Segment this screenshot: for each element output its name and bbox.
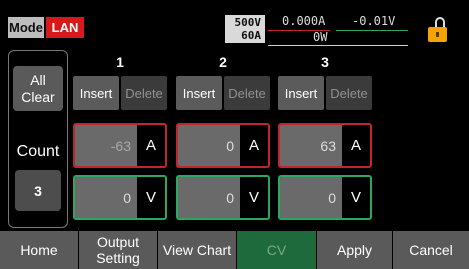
step-number: 2 xyxy=(219,54,227,70)
voltage-field[interactable]: 0 V xyxy=(73,175,167,220)
voltage-unit: V xyxy=(248,189,259,206)
current-field[interactable]: -63 A xyxy=(73,123,167,168)
output-setting-button[interactable]: Output Setting xyxy=(79,231,158,269)
bottom-toolbar: Home Output Setting View Chart CV Apply … xyxy=(0,231,469,269)
lock-open-icon[interactable] xyxy=(428,17,452,43)
current-value: 63 xyxy=(280,125,342,166)
cv-button[interactable]: CV xyxy=(237,231,317,269)
voltage-rating: 500V xyxy=(234,16,262,29)
step-number: 3 xyxy=(321,54,329,70)
insert-button[interactable]: Insert xyxy=(176,76,222,110)
current-unit: A xyxy=(350,137,361,154)
voltage-field[interactable]: 0 V xyxy=(278,175,372,220)
delete-button[interactable]: Delete xyxy=(224,76,270,110)
mode-label: Mode xyxy=(8,17,44,38)
delete-button[interactable]: Delete xyxy=(326,76,372,110)
voltage-field[interactable]: 0 V xyxy=(176,175,270,220)
count-value-button[interactable]: 3 xyxy=(15,170,61,211)
home-button[interactable]: Home xyxy=(0,231,79,269)
voltage-value: 0 xyxy=(75,177,137,218)
all-clear-button[interactable]: All Clear xyxy=(13,66,63,111)
voltage-unit: V xyxy=(350,189,361,206)
current-field[interactable]: 63 A xyxy=(278,123,372,168)
current-unit: A xyxy=(248,137,259,154)
step-column-1: 1 Insert Delete -63 A 0 V xyxy=(73,50,167,228)
measured-current: 0.000A xyxy=(282,14,326,28)
voltage-value: 0 xyxy=(280,177,342,218)
current-field[interactable]: 0 A xyxy=(176,123,270,168)
delete-button[interactable]: Delete xyxy=(121,76,167,110)
step-column-3: 3 Insert Delete 63 A 0 V xyxy=(278,50,372,228)
step-number: 1 xyxy=(116,54,124,70)
current-unit: A xyxy=(145,137,156,154)
sequence-editor-screen: Mode LAN 500V 60A 0.000A -0.01V 0W All C… xyxy=(0,0,469,269)
power-underline xyxy=(268,45,408,46)
step-column-2: 2 Insert Delete 0 A 0 V xyxy=(176,50,270,228)
insert-button[interactable]: Insert xyxy=(73,76,119,110)
cancel-button[interactable]: Cancel xyxy=(393,231,469,269)
measured-power: 0W xyxy=(313,30,328,44)
apply-button[interactable]: Apply xyxy=(317,231,393,269)
voltage-value: 0 xyxy=(178,177,240,218)
voltage-underline xyxy=(336,30,408,31)
interface-badge: LAN xyxy=(46,17,84,38)
current-value: -63 xyxy=(75,125,137,166)
current-value: 0 xyxy=(178,125,240,166)
view-chart-button[interactable]: View Chart xyxy=(158,231,237,269)
voltage-unit: V xyxy=(145,189,156,206)
insert-button[interactable]: Insert xyxy=(278,76,324,110)
current-rating: 60A xyxy=(241,29,261,42)
rating-badge: 500V 60A xyxy=(225,15,265,43)
count-label: Count xyxy=(16,143,60,160)
measured-voltage: -0.01V xyxy=(352,14,396,28)
